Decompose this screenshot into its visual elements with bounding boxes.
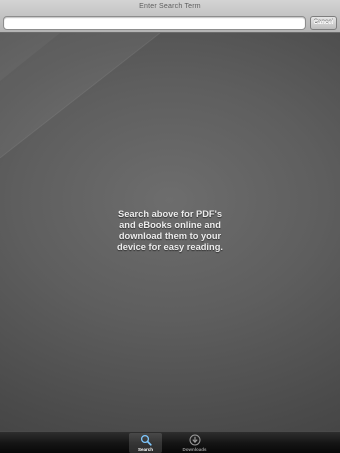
tab-search[interactable]: Search (129, 433, 162, 453)
tab-downloads-label: Downloads (182, 447, 207, 452)
search-input[interactable] (3, 16, 306, 30)
search-icon (140, 434, 152, 446)
main-content-area: Search above for PDF's and eBooks online… (0, 33, 340, 431)
search-prompt: Enter Search Term (139, 3, 201, 10)
tab-bar: Search Downloads (0, 431, 340, 453)
empty-state-message: Search above for PDF's and eBooks online… (117, 209, 223, 252)
download-icon (189, 434, 200, 446)
tab-search-label: Search (137, 447, 153, 452)
cancel-button[interactable]: Cancel (310, 16, 337, 30)
search-bar: Enter Search Term Cancel (0, 0, 340, 33)
tab-downloads[interactable]: Downloads (178, 433, 211, 453)
